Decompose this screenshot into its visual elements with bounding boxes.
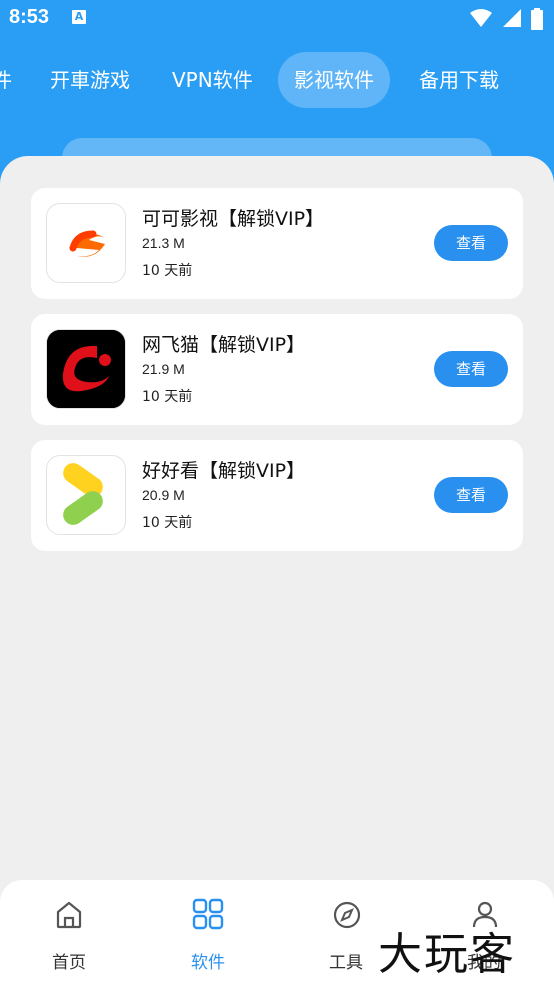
nav-software[interactable]: 软件 [158, 880, 258, 985]
tab-backup-download[interactable]: 备用下载 [419, 52, 499, 108]
status-icons [466, 8, 544, 30]
view-button[interactable]: 查看 [434, 477, 508, 513]
app-title: 可可影视【解锁VIP】 [142, 208, 325, 230]
category-tabs: 件 开車游戏 VPN软件 影视软件 备用下载 [0, 52, 554, 108]
wangfeimao-icon [46, 329, 126, 409]
grid-icon [192, 898, 224, 930]
app-card[interactable]: 网飞猫【解锁VIP】 21.9 M 10 天前 查看 [31, 314, 523, 425]
view-button[interactable]: 查看 [434, 225, 508, 261]
app-date: 10 天前 [142, 389, 193, 405]
app-size: 21.9 M [142, 361, 185, 377]
battery-icon [531, 8, 543, 30]
app-title: 网飞猫【解锁VIP】 [142, 334, 306, 356]
app-size: 21.3 M [142, 235, 185, 251]
status-time: 8:53 [9, 6, 50, 28]
haohaokan-icon [46, 455, 126, 535]
nav-home[interactable]: 首页 [19, 880, 119, 985]
tab-games[interactable]: 开車游戏 [50, 52, 130, 108]
app-card[interactable]: 可可影视【解锁VIP】 21.3 M 10 天前 查看 [31, 188, 523, 299]
wifi-icon [469, 9, 492, 27]
app-card[interactable]: 好好看【解锁VIP】 20.9 M 10 天前 查看 [31, 440, 523, 551]
tab-video-software[interactable]: 影视软件 [278, 52, 390, 108]
status-bar: 8:53 A [0, 0, 554, 38]
nav-label: 软件 [191, 953, 225, 973]
signal-icon [502, 9, 521, 27]
app-date: 10 天前 [142, 263, 193, 279]
view-button[interactable]: 查看 [434, 351, 508, 387]
keke-icon [46, 203, 126, 283]
nav-label: 首页 [52, 953, 86, 973]
app-date: 10 天前 [142, 515, 193, 531]
watermark: 大玩客 [378, 929, 516, 980]
notification-icon: A [72, 10, 86, 24]
app-title: 好好看【解锁VIP】 [142, 460, 306, 482]
compass-icon [333, 901, 361, 929]
tab-software-partial[interactable]: 件 [0, 52, 12, 108]
tab-vpn[interactable]: VPN软件 [172, 52, 253, 108]
app-size: 20.9 M [142, 487, 185, 503]
home-icon [56, 901, 82, 929]
